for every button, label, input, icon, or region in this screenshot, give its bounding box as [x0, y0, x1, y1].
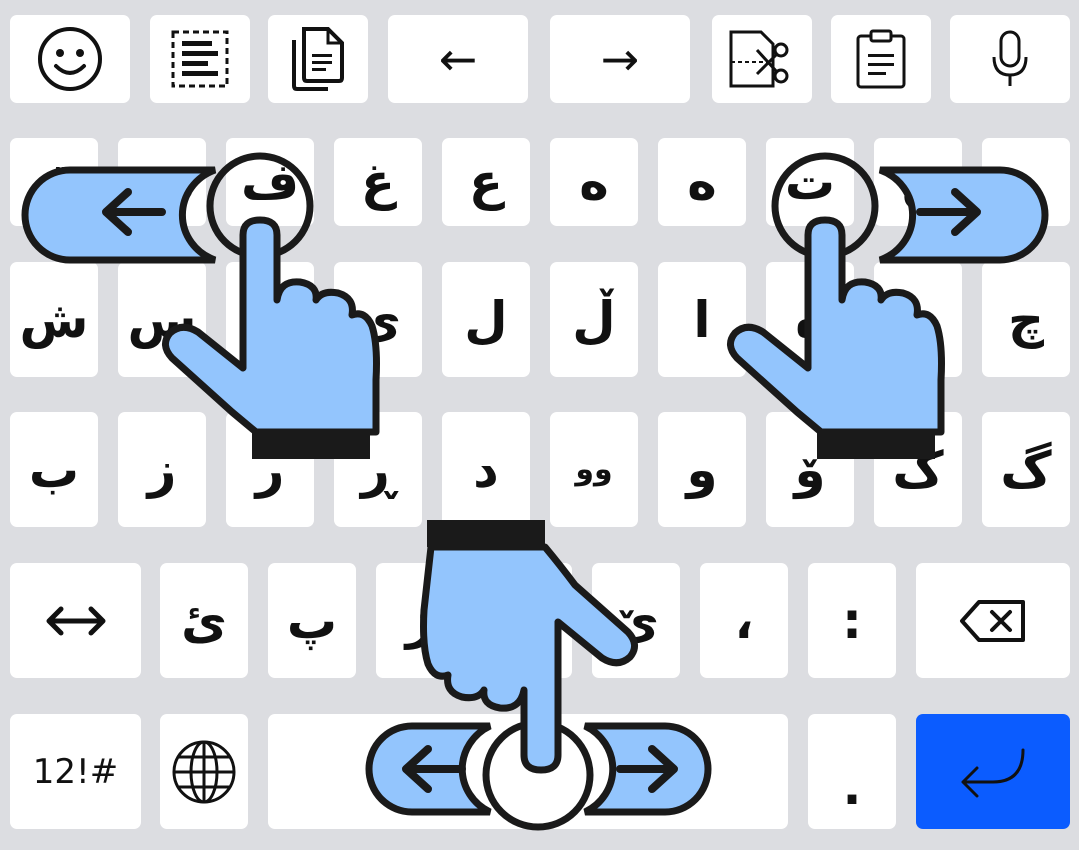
key-row2-5[interactable]: ل	[442, 262, 530, 377]
arrow-right-icon: →	[600, 32, 640, 86]
emoji-button[interactable]	[10, 15, 130, 103]
key-row1-2[interactable]: ش	[118, 138, 206, 226]
key-row3-3[interactable]: ر	[226, 412, 314, 527]
space-bar[interactable]: کوردی	[268, 714, 788, 829]
cursor-right-button[interactable]: →	[550, 15, 690, 103]
cut-icon	[729, 30, 789, 88]
arrow-left-icon: ←	[438, 32, 478, 86]
cursor-left-button[interactable]: ←	[388, 15, 528, 103]
backspace-button[interactable]	[916, 563, 1070, 678]
key-row1-9[interactable]: خ	[874, 138, 962, 226]
emoji-icon	[38, 27, 102, 91]
key-row3-5[interactable]: د	[442, 412, 530, 527]
key-row2-3[interactable]	[226, 262, 314, 377]
key-row2-9[interactable]: ن	[874, 262, 962, 377]
key-row4-6[interactable]: ،	[700, 563, 788, 678]
voice-input-button[interactable]	[950, 15, 1070, 103]
period-key[interactable]: .	[808, 714, 896, 829]
key-row3-10[interactable]: گ	[982, 412, 1070, 527]
key-row4-7[interactable]: :	[808, 563, 896, 678]
numeric-mode-button[interactable]: 12!#	[10, 714, 141, 829]
key-row4-3[interactable]: ژ	[376, 563, 464, 678]
key-row1-6[interactable]: ه	[550, 138, 638, 226]
key-row3-9[interactable]: ک	[874, 412, 962, 527]
key-row3-4[interactable]: ڕ	[334, 412, 422, 527]
copy-icon	[292, 27, 344, 91]
paste-button[interactable]	[831, 15, 931, 103]
swap-layout-button[interactable]	[10, 563, 141, 678]
backspace-icon	[960, 599, 1025, 642]
key-row1-10[interactable]	[982, 138, 1070, 226]
select-all-button[interactable]	[150, 15, 250, 103]
key-row1-1[interactable]: ق	[10, 138, 98, 226]
key-row2-6[interactable]: ڵ	[550, 262, 638, 377]
key-row3-1[interactable]: ب	[10, 412, 98, 527]
microphone-icon	[992, 30, 1028, 86]
copy-button[interactable]	[268, 15, 368, 103]
key-row3-7[interactable]: و	[658, 412, 746, 527]
key-row1-4[interactable]: غ	[334, 138, 422, 226]
globe-icon	[172, 740, 236, 803]
key-row2-10[interactable]: چ	[982, 262, 1070, 377]
key-row1-7[interactable]: ە	[658, 138, 746, 226]
key-row2-1[interactable]: ش	[10, 262, 98, 377]
key-row1-5[interactable]: ع	[442, 138, 530, 226]
key-row4-5[interactable]: ێ	[592, 563, 680, 678]
key-row4-4[interactable]	[484, 563, 572, 678]
enter-icon	[961, 748, 1025, 797]
key-row3-8[interactable]: ۆ	[766, 412, 854, 527]
key-row2-4[interactable]: ی	[334, 262, 422, 377]
enter-button[interactable]	[916, 714, 1070, 829]
key-row1-8[interactable]: ت	[766, 138, 854, 226]
key-row1-3[interactable]: ف	[226, 138, 314, 226]
paste-icon	[856, 29, 906, 89]
cut-button[interactable]	[712, 15, 812, 103]
key-row3-2[interactable]: ز	[118, 412, 206, 527]
key-row2-2[interactable]: س	[118, 262, 206, 377]
key-row3-6[interactable]: وو	[550, 412, 638, 527]
swap-arrows-icon	[46, 606, 105, 635]
key-row4-1[interactable]: ئ	[160, 563, 248, 678]
key-row4-2[interactable]: پ	[268, 563, 356, 678]
key-row2-7[interactable]: ا	[658, 262, 746, 377]
select-all-icon	[171, 30, 229, 88]
key-row2-8[interactable]: ە	[766, 262, 854, 377]
language-button[interactable]	[160, 714, 248, 829]
